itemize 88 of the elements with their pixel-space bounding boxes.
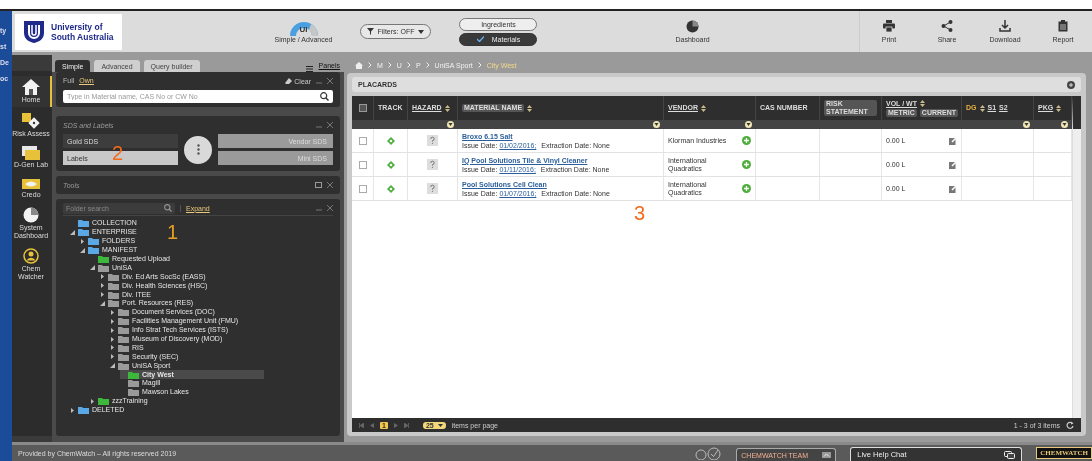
collapsed-arrow-icon[interactable] (110, 345, 115, 351)
expanded-arrow-icon[interactable] (110, 363, 115, 369)
scrollbar[interactable] (1072, 96, 1081, 418)
caret-icon (437, 423, 443, 427)
collapsed-arrow-icon[interactable] (110, 354, 115, 360)
download-icon (999, 20, 1011, 32)
question-mark-icon (427, 183, 438, 194)
row-checkbox[interactable] (358, 136, 367, 145)
sort-icon[interactable] (979, 104, 985, 112)
logo-text: South Australia (51, 31, 114, 42)
chevron-icon (368, 62, 372, 68)
question-mark-icon (427, 159, 438, 170)
chevron-up-icon (822, 452, 832, 458)
check-icon (476, 36, 484, 42)
house-icon (22, 79, 40, 95)
menu-icon[interactable] (305, 66, 313, 72)
folders-icon (22, 146, 40, 160)
add-icon[interactable] (742, 136, 751, 145)
previous-page-icon[interactable] (370, 422, 374, 428)
dice-icon (22, 112, 40, 129)
logo-text: University of (51, 21, 104, 32)
close-icon[interactable] (327, 182, 333, 188)
expanded-arrow-icon[interactable] (100, 300, 105, 306)
filter-icon[interactable] (653, 121, 660, 128)
row-checkbox[interactable] (358, 184, 367, 193)
handshake-icon (22, 177, 40, 190)
edit-icon[interactable] (949, 136, 957, 145)
expanded-arrow-icon[interactable] (90, 265, 95, 271)
question-mark-icon (427, 135, 438, 146)
funnel-icon (366, 28, 374, 35)
annotation-number: 3 (634, 203, 646, 223)
collapsed-arrow-icon[interactable] (100, 283, 105, 289)
next-page-icon[interactable] (393, 422, 398, 428)
share-icon (941, 20, 953, 32)
collapsed-arrow-icon[interactable] (110, 336, 115, 342)
search-icon[interactable] (320, 92, 329, 101)
target-icon[interactable] (386, 184, 395, 193)
collapsed-arrow-icon[interactable] (110, 327, 115, 333)
select-all-checkbox[interactable] (358, 104, 367, 112)
vertical-dots-icon (196, 144, 200, 155)
sort-icon[interactable] (1056, 104, 1062, 112)
caret-icon (418, 29, 425, 34)
target-icon[interactable] (386, 160, 395, 169)
annotation-number: 1 (167, 222, 179, 242)
filter-icon[interactable] (1061, 121, 1068, 128)
plus-circle-icon[interactable] (1067, 80, 1075, 89)
maximize-icon[interactable] (315, 182, 322, 188)
chevron-icon (425, 62, 430, 68)
collapsed-arrow-icon[interactable] (100, 292, 105, 298)
certification-badges-icon (694, 446, 723, 460)
add-icon[interactable] (742, 184, 751, 193)
printer-icon (883, 20, 895, 32)
collapsed-arrow-icon[interactable] (110, 309, 115, 315)
edit-icon[interactable] (949, 184, 957, 193)
sort-icon[interactable] (444, 104, 450, 112)
add-icon[interactable] (742, 160, 751, 169)
university-logo[interactable]: University of South Australia (15, 13, 122, 50)
shield-logo-icon (23, 19, 45, 44)
sort-icon[interactable] (920, 100, 925, 107)
collapsed-arrow-icon[interactable] (70, 407, 75, 413)
close-icon[interactable] (327, 78, 333, 84)
collapsed-arrow-icon[interactable] (90, 398, 95, 404)
chevron-icon (406, 62, 411, 68)
expanded-arrow-icon[interactable] (70, 229, 75, 235)
filter-icon[interactable] (745, 121, 752, 128)
refresh-icon[interactable] (1066, 421, 1074, 429)
eraser-icon (285, 78, 293, 84)
pie-chart-icon (23, 207, 39, 223)
collapsed-arrow-icon[interactable] (80, 238, 85, 244)
filter-icon[interactable] (1023, 121, 1030, 128)
chat-bubbles-icon (1004, 450, 1016, 459)
sort-icon[interactable] (700, 104, 706, 112)
edit-icon[interactable] (949, 160, 957, 169)
person-circle-icon (23, 248, 39, 264)
filter-icon[interactable] (447, 121, 454, 128)
clipboard-icon (1058, 20, 1068, 32)
gauge-icon (287, 20, 320, 36)
chevron-icon (477, 62, 482, 68)
target-icon[interactable] (386, 136, 395, 145)
pie-chart-icon (686, 20, 700, 33)
chevron-icon (387, 62, 392, 68)
row-checkbox[interactable] (358, 160, 367, 169)
collapsed-arrow-icon[interactable] (110, 318, 115, 324)
close-icon[interactable] (327, 122, 333, 128)
expanded-arrow-icon[interactable] (80, 247, 85, 253)
close-icon[interactable] (327, 205, 333, 211)
collapsed-arrow-icon[interactable] (100, 274, 105, 280)
sort-icon[interactable] (527, 104, 533, 112)
